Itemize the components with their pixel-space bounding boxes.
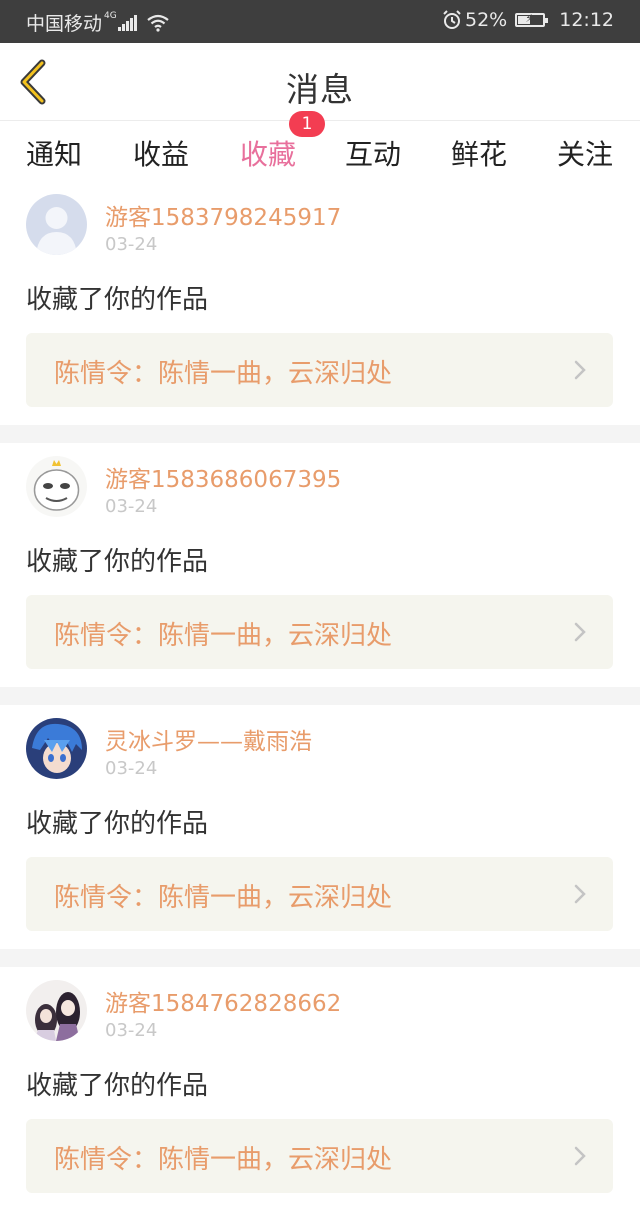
avatar[interactable] bbox=[26, 194, 87, 255]
chevron-right-icon bbox=[574, 360, 586, 380]
tab-label: 收益 bbox=[132, 138, 189, 171]
timestamp: 03-24 bbox=[105, 234, 158, 255]
work-title: 陈情令：陈情一曲，云深归处 bbox=[54, 621, 393, 651]
divider bbox=[0, 687, 640, 705]
username[interactable]: 灵冰斗罗——戴雨浩 bbox=[105, 722, 312, 756]
app-header: 消息 bbox=[0, 43, 640, 121]
username[interactable]: 游客1584762828662 bbox=[105, 984, 341, 1018]
work-link[interactable]: 陈情令：陈情一曲，云深归处 bbox=[26, 595, 613, 669]
chevron-right-icon bbox=[574, 884, 586, 904]
divider bbox=[0, 425, 640, 443]
tab-flowers[interactable]: 鲜花 bbox=[429, 133, 529, 173]
tab-favorites[interactable]: 收藏 bbox=[218, 133, 318, 189]
divider bbox=[0, 949, 640, 967]
username[interactable]: 游客1583798245917 bbox=[105, 198, 341, 232]
tab-label: 鲜花 bbox=[450, 138, 507, 171]
work-title: 陈情令：陈情一曲，云深归处 bbox=[54, 883, 393, 913]
list-item: 游客1583686067395 03-24 收藏了你的作品 陈情令：陈情一曲，云… bbox=[0, 443, 640, 687]
network-type: 4G bbox=[104, 10, 117, 21]
work-link[interactable]: 陈情令：陈情一曲，云深归处 bbox=[26, 333, 613, 407]
timestamp: 03-24 bbox=[105, 496, 158, 517]
page-title: 消息 bbox=[286, 70, 354, 109]
default-avatar-icon bbox=[26, 194, 87, 255]
chevron-right-icon bbox=[574, 1146, 586, 1166]
action-text: 收藏了你的作品 bbox=[26, 285, 209, 315]
list-item: 游客1584762828662 03-24 收藏了你的作品 陈情令：陈情一曲，云… bbox=[0, 967, 640, 1211]
tab-label: 互动 bbox=[344, 138, 401, 171]
work-link[interactable]: 陈情令：陈情一曲，云深归处 bbox=[26, 857, 613, 931]
action-text: 收藏了你的作品 bbox=[26, 1071, 209, 1101]
work-link[interactable]: 陈情令：陈情一曲，云深归处 bbox=[26, 1119, 613, 1193]
timestamp: 03-24 bbox=[105, 758, 158, 779]
message-list: 游客1583798245917 03-24 收藏了你的作品 陈情令：陈情一曲，云… bbox=[0, 181, 640, 1211]
username[interactable]: 游客1583686067395 bbox=[105, 460, 341, 494]
status-bar: 中国移动 4G 52% ⚡ 12:12 bbox=[0, 0, 640, 43]
avatar[interactable] bbox=[26, 980, 87, 1041]
clock: 12:12 bbox=[559, 9, 614, 31]
avatar[interactable] bbox=[26, 456, 87, 517]
signal-icon bbox=[117, 14, 138, 31]
unread-badge: 1 bbox=[289, 111, 325, 137]
battery-percent: 52% bbox=[465, 9, 508, 31]
wifi-icon bbox=[147, 14, 169, 32]
anime-girls-avatar bbox=[26, 980, 87, 1041]
chevron-right-icon bbox=[574, 622, 586, 642]
work-title: 陈情令：陈情一曲，云深归处 bbox=[54, 1145, 393, 1175]
tab-label: 通知 bbox=[25, 138, 82, 171]
battery-icon: ⚡ bbox=[515, 12, 549, 27]
action-text: 收藏了你的作品 bbox=[26, 809, 209, 839]
carrier-label: 中国移动 bbox=[26, 13, 103, 35]
work-title: 陈情令：陈情一曲，云深归处 bbox=[54, 359, 393, 389]
timestamp: 03-24 bbox=[105, 1020, 158, 1041]
tab-label: 关注 bbox=[556, 138, 613, 171]
meme-face-avatar bbox=[26, 456, 87, 517]
action-text: 收藏了你的作品 bbox=[26, 547, 209, 577]
tab-notifications[interactable]: 通知 bbox=[4, 133, 104, 173]
anime-boy-avatar bbox=[26, 718, 87, 779]
list-item: 灵冰斗罗——戴雨浩 03-24 收藏了你的作品 陈情令：陈情一曲，云深归处 bbox=[0, 705, 640, 949]
tab-following[interactable]: 关注 bbox=[535, 133, 635, 173]
avatar[interactable] bbox=[26, 718, 87, 779]
tab-interactions[interactable]: 互动 bbox=[323, 133, 423, 173]
tab-earnings[interactable]: 收益 bbox=[111, 133, 211, 173]
list-item: 游客1583798245917 03-24 收藏了你的作品 陈情令：陈情一曲，云… bbox=[0, 181, 640, 425]
tab-label: 收藏 bbox=[239, 138, 296, 171]
alarm-icon bbox=[443, 10, 461, 29]
